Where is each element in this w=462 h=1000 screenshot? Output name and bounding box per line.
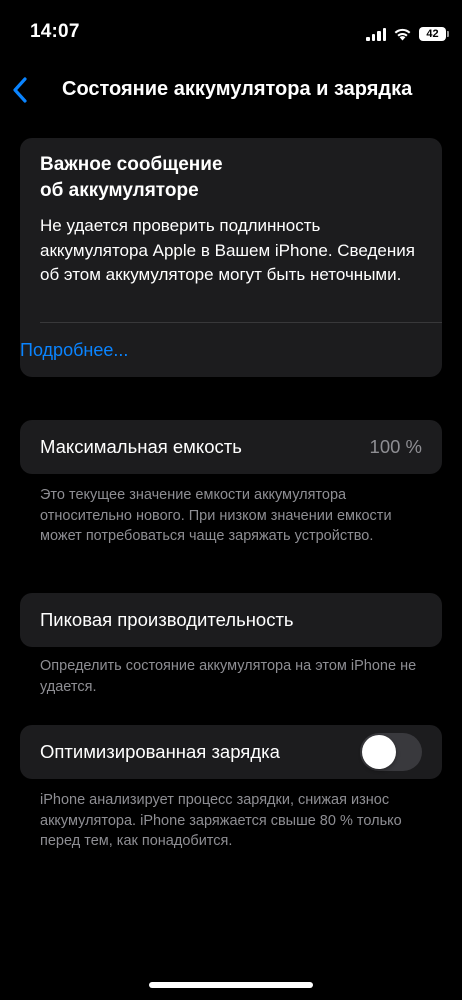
learn-more-link[interactable]: Подробнее... (20, 340, 128, 361)
back-button[interactable] (10, 76, 30, 104)
home-indicator[interactable] (149, 982, 313, 988)
peak-performance-footnote: Определить состояние аккумулятора на это… (40, 658, 417, 695)
page-title: Состояние аккумулятора и зарядка (62, 78, 413, 100)
max-capacity-row: Максимальная емкость 100 % (20, 420, 442, 474)
max-capacity-label: Максимальная емкость (40, 436, 242, 457)
alert-body: Не удается проверить подлинность аккумул… (40, 216, 415, 284)
optimized-charging-footnote: iPhone анализирует процесс зарядки, сниж… (40, 792, 402, 849)
alert-divider (40, 322, 442, 323)
toggle-knob (362, 735, 396, 769)
optimized-charging-row: Оптимизированная зарядка (20, 725, 442, 779)
alert-title-line-2: об аккумуляторе (40, 180, 199, 201)
battery-icon: 42 (419, 27, 449, 41)
status-icons: 42 (366, 24, 449, 44)
wifi-icon (394, 28, 411, 41)
peak-performance-row[interactable]: Пиковая производительность (20, 593, 442, 647)
cellular-signal-icon (366, 27, 386, 41)
alert-title-line-1: Важное сообщение (40, 154, 223, 175)
optimized-charging-label: Оптимизированная зарядка (40, 741, 280, 762)
chevron-left-icon (13, 77, 27, 103)
navigation-bar: Состояние аккумулятора и зарядка (0, 68, 462, 112)
max-capacity-value: 100 % (369, 436, 422, 457)
status-bar: 14:07 42 (0, 0, 462, 64)
max-capacity-footnote: Это текущее значение емкости аккумулятор… (40, 487, 392, 544)
status-time: 14:07 (30, 21, 80, 42)
optimized-charging-toggle[interactable] (360, 733, 422, 771)
peak-performance-label: Пиковая производительность (40, 609, 294, 630)
alert-title: Важное сообщение об аккумуляторе (40, 152, 420, 204)
